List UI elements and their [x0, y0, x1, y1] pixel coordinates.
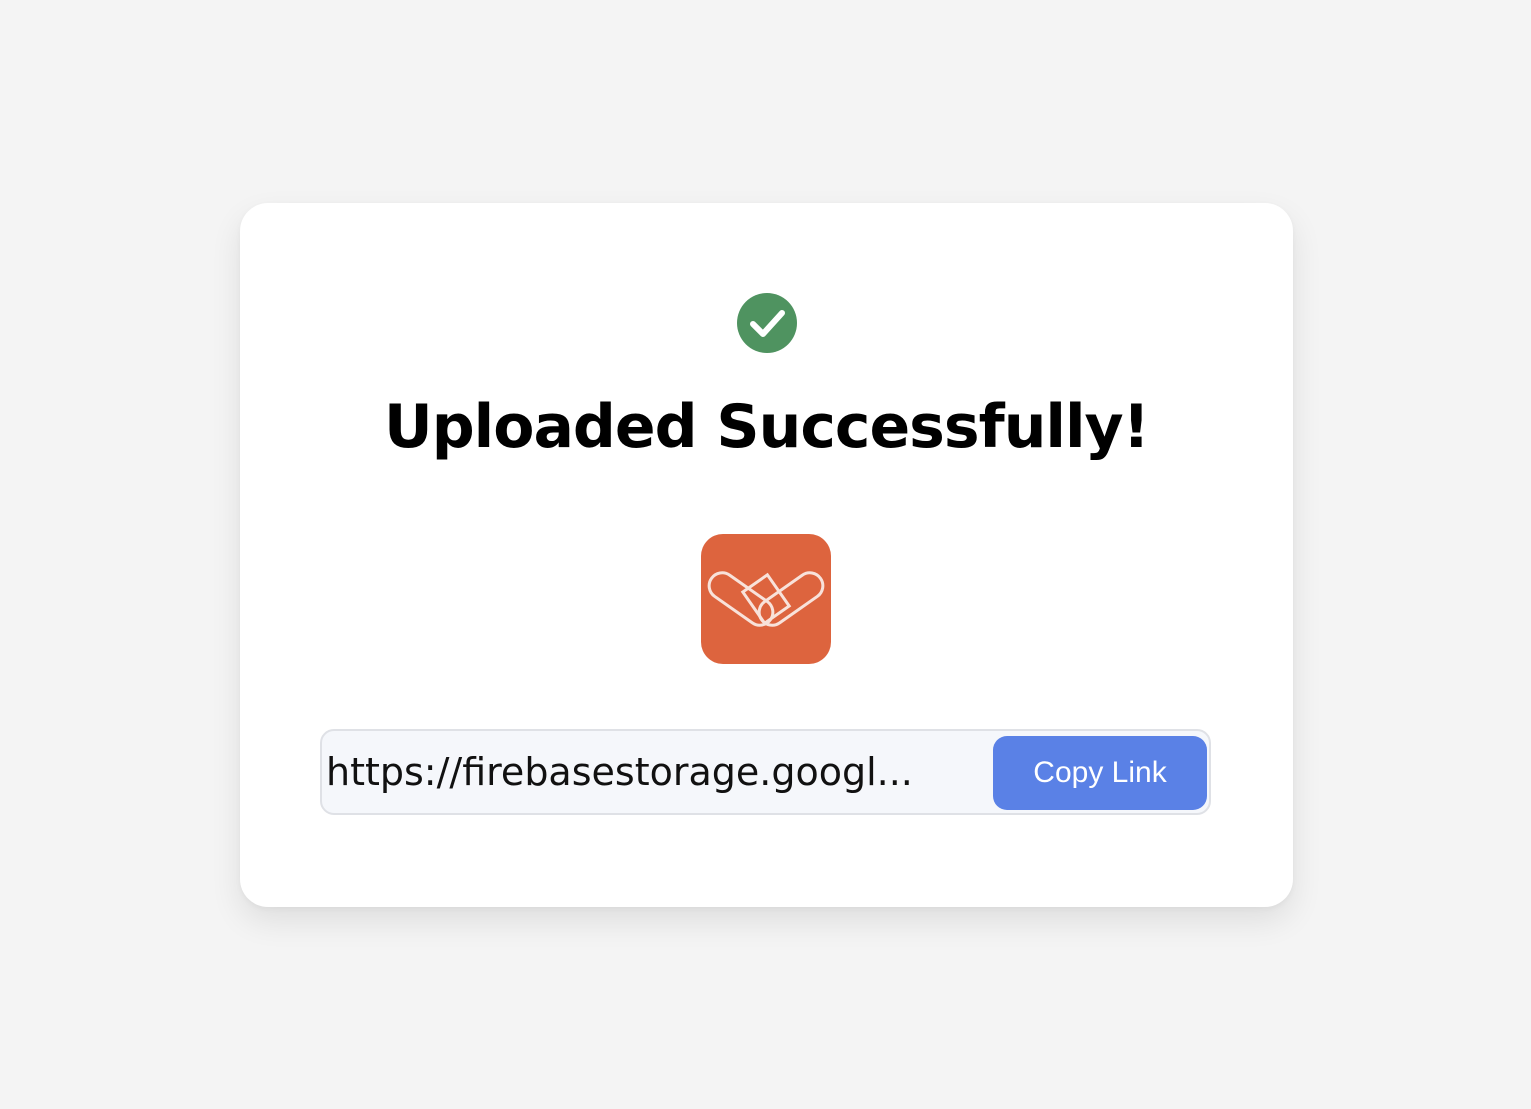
copy-link-button[interactable]: Copy Link: [993, 736, 1207, 810]
upload-success-card: Uploaded Successfully! Copy Link: [240, 203, 1293, 907]
share-link-input[interactable]: [326, 737, 986, 807]
share-link-field: Copy Link: [320, 729, 1211, 815]
check-circle-icon: [737, 293, 797, 353]
page-title: Uploaded Successfully!: [383, 392, 1150, 462]
app-logo-icon: [701, 534, 831, 664]
uploaded-image-thumbnail: [701, 534, 831, 664]
